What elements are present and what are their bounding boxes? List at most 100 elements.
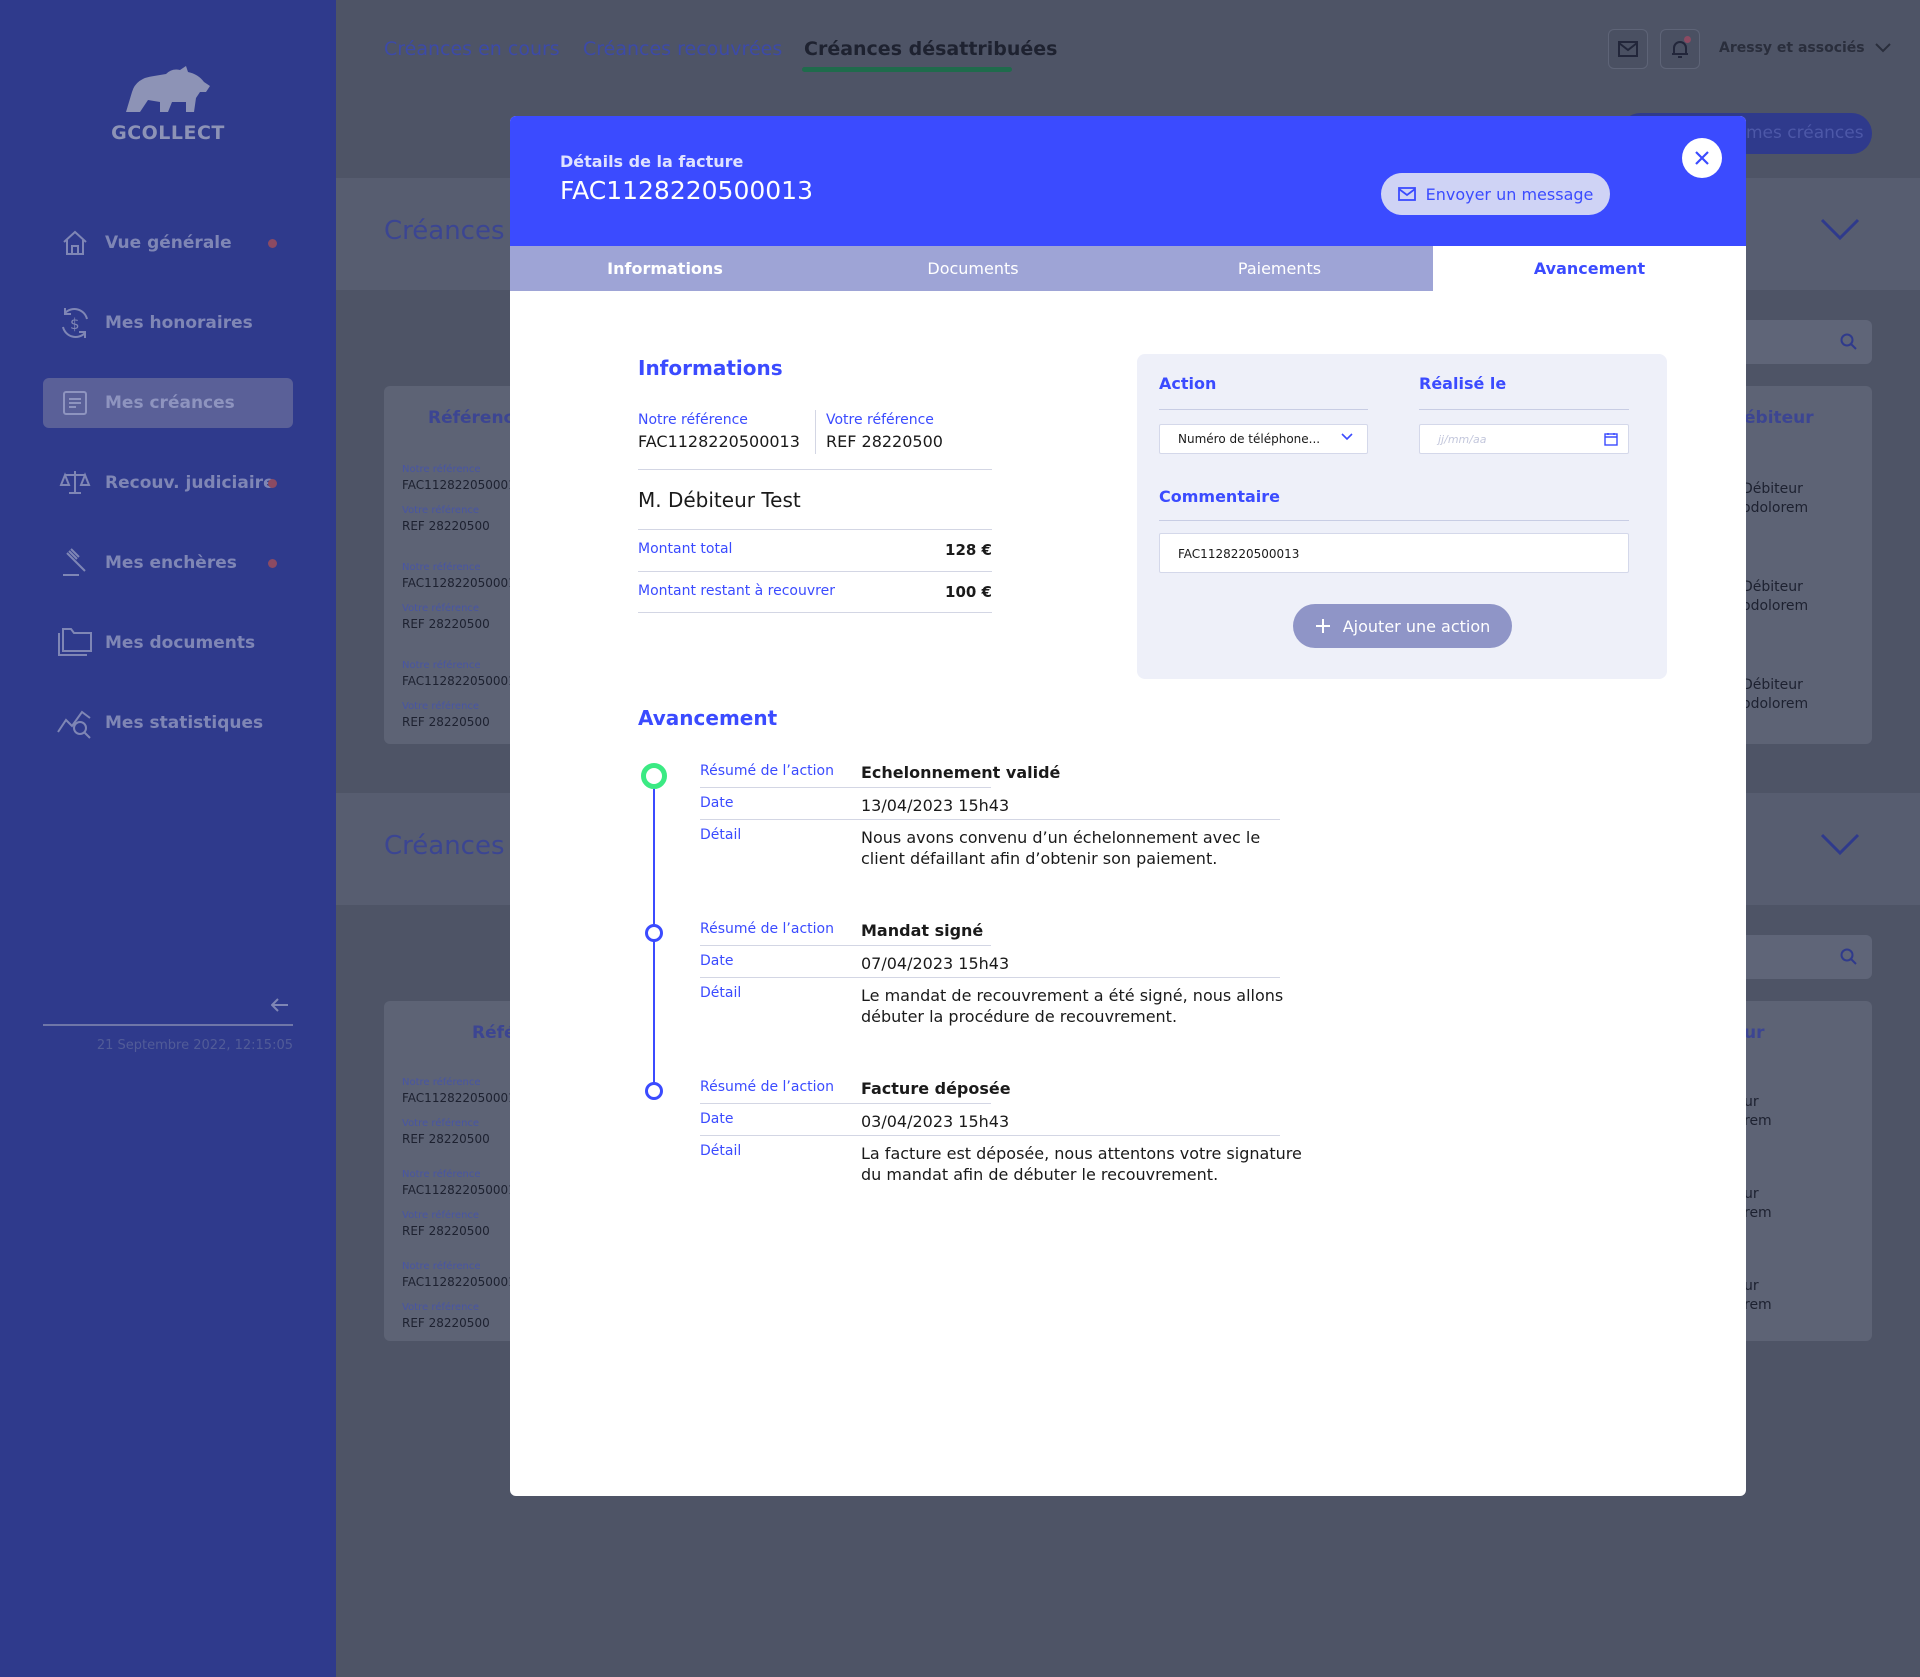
invoice-details-modal: Détails de la facture FAC1128220500013 E… <box>510 116 1746 1496</box>
summary-label: Résumé de l’action <box>700 921 834 937</box>
timeline-date: 03/04/2023 15h43 <box>861 1112 1010 1131</box>
modal-subtitle: Détails de la facture <box>560 152 744 171</box>
collapse-sidebar-icon[interactable] <box>268 993 292 1017</box>
date-label: Date <box>700 953 734 969</box>
bg-label: Votre référence <box>402 1210 480 1221</box>
votre-reference-value: REF 28220500 <box>826 432 943 451</box>
timeline-detail: La facture est déposée, nous attentons v… <box>861 1143 1302 1185</box>
action-select[interactable]: Numéro de téléphone... <box>1159 424 1368 454</box>
bg-value: ur <box>1744 1186 1759 1202</box>
bg-value: FAC1128220500013 <box>402 674 524 688</box>
divider <box>700 787 991 788</box>
tab-informations[interactable]: Informations <box>510 246 820 291</box>
bg-debtor-cell: ur rem <box>1744 1093 1772 1131</box>
send-message-button[interactable]: Envoyer un message <box>1381 173 1610 215</box>
bg-value: rem <box>1744 1297 1772 1313</box>
mail-button[interactable] <box>1608 29 1648 69</box>
scale-icon <box>55 463 95 503</box>
detail-label: Détail <box>700 827 742 843</box>
top-navigation: Créances en cours Créances recouvrées Cr… <box>336 0 1920 98</box>
bear-logo-icon <box>126 66 210 112</box>
close-modal-button[interactable] <box>1682 138 1722 178</box>
comment-input[interactable]: FAC1128220500013 <box>1159 533 1629 573</box>
modal-tabs: Informations Documents Paiements Avancem… <box>510 246 1746 291</box>
chevron-down-icon[interactable] <box>1820 218 1860 242</box>
detail-line: débuter la procédure de recouvrement. <box>861 1007 1178 1026</box>
fees-icon: $ <box>55 303 95 343</box>
divider <box>815 410 816 454</box>
sidebar-item-mes-statistiques[interactable]: Mes statistiques <box>43 698 293 748</box>
folder-icon <box>55 623 95 663</box>
bg-value: REF 28220500 <box>402 1224 490 1238</box>
notification-dot <box>268 559 277 568</box>
divider <box>700 1103 991 1104</box>
home-icon <box>55 223 95 263</box>
bg-label: Notre référence <box>402 1169 481 1180</box>
company-menu[interactable]: Aressy et associés <box>1719 40 1891 56</box>
mail-icon <box>1618 41 1638 57</box>
bg-debtor-cell: Débiteur odolorem <box>1742 578 1808 616</box>
divider <box>638 529 992 530</box>
notification-dot <box>268 479 277 488</box>
bg-value: Débiteur <box>1742 677 1803 693</box>
add-action-button[interactable]: Ajouter une action <box>1293 604 1512 648</box>
bg-debtor-cell: ur rem <box>1744 1185 1772 1223</box>
search-icon <box>1840 333 1857 350</box>
tab-documents[interactable]: Documents <box>820 246 1126 291</box>
bg-col-debiteur: ur <box>1744 1023 1765 1043</box>
sidebar-item-mes-encheres[interactable]: Mes enchères <box>43 538 293 588</box>
plus-icon <box>1315 619 1330 633</box>
bg-search-box[interactable] <box>1732 935 1872 979</box>
summary-label: Résumé de l’action <box>700 763 834 779</box>
tab-creances-desattribuees[interactable]: Créances désattribuées <box>804 38 1058 60</box>
sidebar-item-label: Mes statistiques <box>105 713 264 733</box>
remaining-amount-label: Montant restant à recouvrer <box>638 583 835 599</box>
tab-avancement[interactable]: Avancement <box>1433 246 1746 291</box>
bg-value: odolorem <box>1742 598 1809 614</box>
bg-debtor-cell: Débiteur odolorem <box>1742 676 1808 714</box>
search-icon <box>1840 948 1857 965</box>
bg-value: REF 28220500 <box>402 715 490 729</box>
chevron-down-icon <box>1341 433 1353 441</box>
bg-value: FAC1128220500013 <box>402 1183 524 1197</box>
summary-label: Résumé de l’action <box>700 1079 834 1095</box>
bg-debtor-cell: Débiteur odolorem <box>1742 480 1808 518</box>
notifications-button[interactable] <box>1660 29 1700 69</box>
sidebar-item-mes-creances[interactable]: Mes créances <box>43 378 293 428</box>
divider <box>638 571 992 572</box>
sidebar-item-recouv-judiciaire[interactable]: Recouv. judiciaire <box>43 458 293 508</box>
bg-value: Débiteur <box>1742 481 1803 497</box>
bg-value: FAC1128220500013 <box>402 1275 524 1289</box>
bg-value: FAC1128220500013 <box>402 478 524 492</box>
chevron-down-icon <box>1874 43 1891 53</box>
logo-text: GCOLLECT <box>111 122 225 144</box>
sidebar-item-mes-documents[interactable]: Mes documents <box>43 618 293 668</box>
bg-search-box[interactable] <box>1732 320 1872 364</box>
sidebar-item-mes-honoraires[interactable]: $ Mes honoraires <box>43 298 293 348</box>
chevron-down-icon[interactable] <box>1820 833 1860 857</box>
bg-label: Notre référence <box>402 464 481 475</box>
bg-col-debiteur: ébiteur <box>1744 408 1814 428</box>
timeline-detail: Nous avons convenu d’un échelonnement av… <box>861 827 1260 869</box>
calendar-icon <box>1604 433 1618 446</box>
detail-label: Détail <box>700 1143 742 1159</box>
tab-creances-en-cours[interactable]: Créances en cours <box>384 38 560 60</box>
bg-label: Votre référence <box>402 603 480 614</box>
sidebar-timestamp: 21 Septembre 2022, 12:15:05 <box>96 1038 293 1053</box>
bg-label: Votre référence <box>402 701 480 712</box>
bg-label: Votre référence <box>402 505 480 516</box>
date-placeholder: jj/mm/aa <box>1438 433 1487 446</box>
divider <box>1159 409 1368 410</box>
timeline-detail: Le mandat de recouvrement a été signé, n… <box>861 985 1283 1027</box>
tab-paiements[interactable]: Paiements <box>1126 246 1433 291</box>
bg-col-reference: Réfé <box>472 1023 516 1043</box>
sidebar-item-vue-generale[interactable]: Vue générale <box>43 218 293 268</box>
add-action-panel: Action Réalisé le Numéro de téléphone...… <box>1137 354 1667 679</box>
bg-value: FAC1128220500013 <box>402 576 524 590</box>
bg-value: REF 28220500 <box>402 617 490 631</box>
action-select-value: Numéro de téléphone... <box>1178 432 1321 446</box>
bg-value: REF 28220500 <box>402 1316 490 1330</box>
remaining-amount-value: 100 € <box>945 583 992 601</box>
date-input[interactable]: jj/mm/aa <box>1419 424 1629 454</box>
tab-creances-recouvrees[interactable]: Créances recouvrées <box>583 38 782 60</box>
